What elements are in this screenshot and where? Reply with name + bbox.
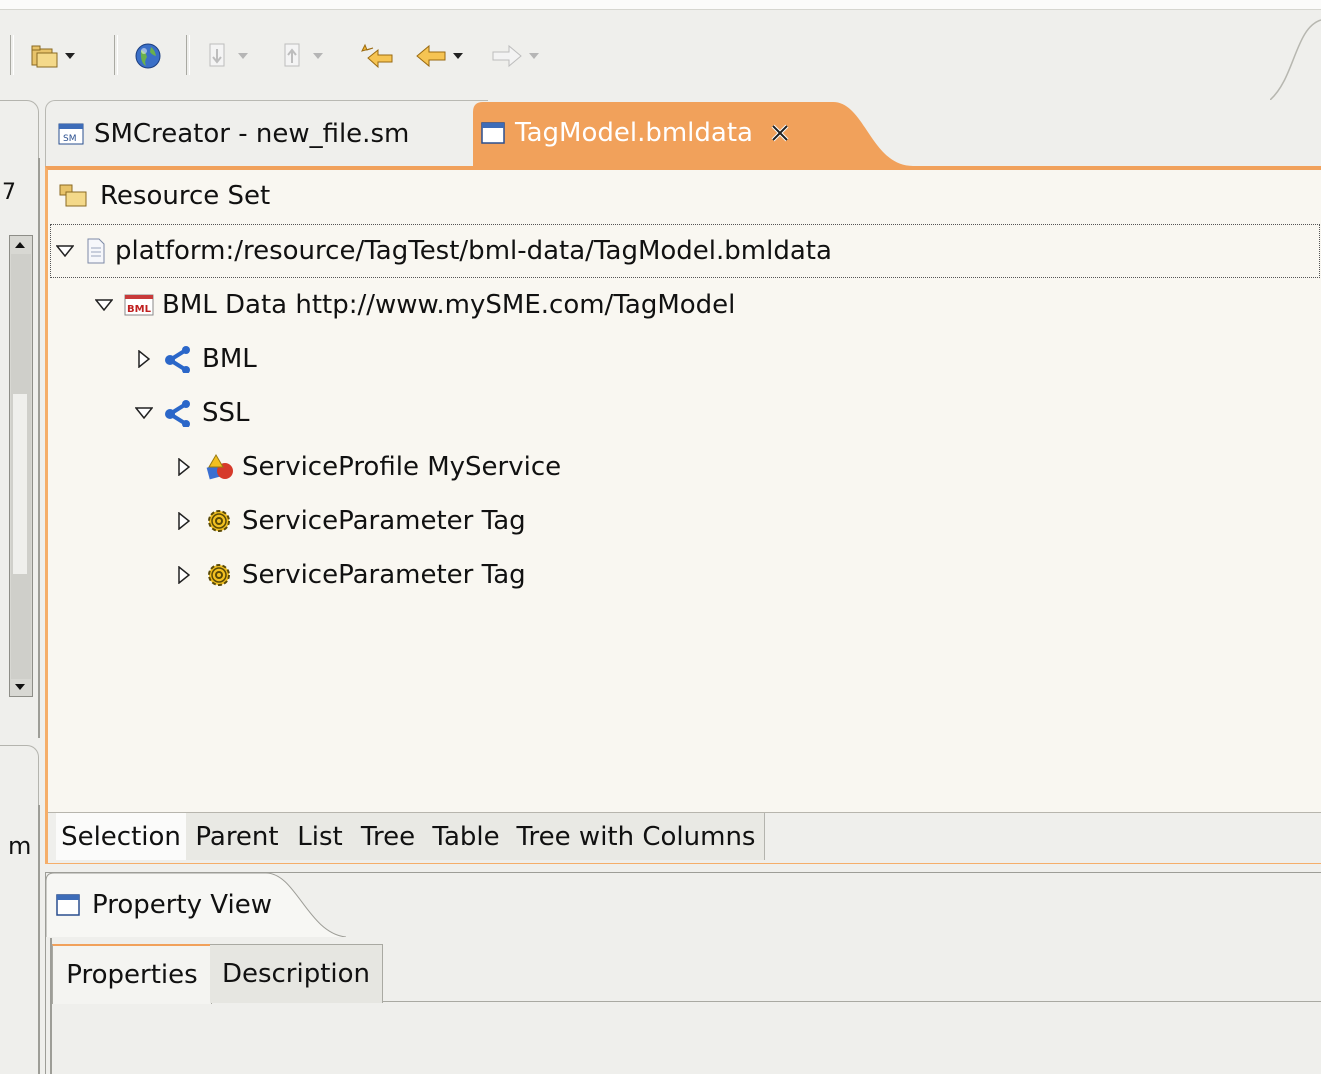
- tree-row-ssl[interactable]: SSL: [134, 386, 250, 440]
- resource-set-icon: [59, 184, 87, 207]
- tab-properties[interactable]: Properties: [52, 944, 212, 1004]
- resource-tree[interactable]: platform:/resource/TagTest/bml-data/TagM…: [48, 222, 1321, 812]
- package-node-icon: [164, 399, 194, 427]
- tab-tree-with-columns[interactable]: Tree with Columns: [508, 813, 765, 860]
- expanded-twisty-icon[interactable]: [94, 295, 114, 315]
- expanded-twisty-icon[interactable]: [55, 241, 75, 261]
- service-profile-icon: [204, 452, 234, 482]
- editor-tab-bar: SM SMCreator - new_file.sm TagModel.bmld…: [45, 100, 1321, 167]
- chevron-down-icon: [238, 53, 248, 59]
- chevron-down-icon: [65, 53, 75, 59]
- next-annotation-button[interactable]: [207, 38, 248, 74]
- tree-row-root[interactable]: platform:/resource/TagTest/bml-data/TagM…: [50, 224, 1320, 278]
- package-node-icon: [164, 345, 194, 373]
- tree-label: SSL: [202, 398, 250, 428]
- tree-row-bml[interactable]: BML: [134, 332, 257, 386]
- tab-baseline: [382, 1001, 1321, 1002]
- property-view-title: Property View: [92, 890, 272, 920]
- folder-stack-icon: [31, 45, 58, 68]
- tab-label: SMCreator - new_file.sm: [94, 119, 410, 149]
- chevron-down-icon: [313, 53, 323, 59]
- collapsed-twisty-icon[interactable]: [174, 511, 194, 531]
- left-lower-tab-edge: [0, 745, 39, 806]
- editor-window-icon: [481, 122, 505, 144]
- tab-smcreator[interactable]: SM SMCreator - new_file.sm: [45, 100, 488, 167]
- last-edit-location-button[interactable]: [358, 38, 396, 74]
- chevron-down-icon: [529, 53, 539, 59]
- previous-annotation-icon: [284, 43, 300, 67]
- left-lower-fragment: m: [8, 832, 32, 860]
- globe-icon: [135, 43, 161, 69]
- toolbar-separator: [114, 35, 118, 75]
- scrollbar-thumb[interactable]: [11, 254, 31, 679]
- toolbar-curve: [1270, 19, 1321, 100]
- sm-file-icon: SM: [58, 123, 84, 145]
- tab-list[interactable]: List: [288, 813, 353, 860]
- toolbar-separator: [186, 35, 190, 75]
- scroll-up-arrow-icon[interactable]: [12, 238, 28, 252]
- tab-description[interactable]: Description: [210, 944, 383, 1003]
- last-edit-arrow-icon: [361, 43, 393, 69]
- tab-selection[interactable]: Selection: [56, 813, 187, 860]
- bml-icon: BML: [124, 294, 154, 316]
- tab-tree[interactable]: Tree: [352, 813, 425, 860]
- tree-row-service-parameter[interactable]: ServiceParameter Tag: [174, 548, 526, 602]
- next-annotation-icon: [209, 43, 225, 67]
- tree-label: platform:/resource/TagTest/bml-data/TagM…: [115, 236, 832, 266]
- forward-arrow-icon: [492, 44, 522, 68]
- close-icon[interactable]: [769, 122, 791, 144]
- tree-label: ServiceParameter Tag: [242, 506, 526, 536]
- document-icon: [85, 238, 107, 264]
- open-perspective-button[interactable]: [30, 38, 75, 74]
- tree-row-service-profile[interactable]: ServiceProfile MyService: [174, 440, 561, 494]
- tab-tagmodel[interactable]: TagModel.bmldata: [473, 100, 913, 166]
- collapsed-twisty-icon[interactable]: [174, 565, 194, 585]
- toolbar-top-edge: [0, 0, 1321, 10]
- previous-annotation-button[interactable]: [282, 38, 323, 74]
- gear-icon: [204, 506, 234, 536]
- left-view-fragment: 7: [2, 180, 16, 205]
- svg-text:SM: SM: [63, 134, 76, 144]
- back-arrow-icon: [416, 44, 446, 68]
- tree-label: BML Data http://www.mySME.com/TagModel: [162, 290, 736, 320]
- scroll-down-arrow-icon[interactable]: [12, 680, 28, 694]
- chevron-down-icon: [453, 53, 463, 59]
- svg-text:BML: BML: [127, 304, 152, 315]
- tab-table[interactable]: Table: [424, 813, 509, 860]
- resource-set-header: Resource Set: [48, 172, 1321, 220]
- gear-icon: [204, 560, 234, 590]
- main-toolbar: [0, 0, 1321, 100]
- forward-button[interactable]: [490, 38, 539, 74]
- toolbar-separator: [10, 35, 14, 75]
- tab-property-view[interactable]: Property View: [46, 873, 346, 937]
- expanded-twisty-icon[interactable]: [134, 403, 154, 423]
- collapsed-twisty-icon[interactable]: [174, 457, 194, 477]
- collapsed-twisty-icon[interactable]: [134, 349, 154, 369]
- resource-set-title: Resource Set: [100, 181, 271, 211]
- left-view-tab-edge: [0, 100, 39, 159]
- back-button[interactable]: [414, 38, 463, 74]
- tab-parent[interactable]: Parent: [186, 813, 289, 860]
- tree-label: ServiceProfile MyService: [242, 452, 562, 482]
- tab-label: TagModel.bmldata: [515, 118, 753, 148]
- tree-label: BML: [202, 344, 257, 374]
- tree-row-service-parameter[interactable]: ServiceParameter Tag: [174, 494, 526, 548]
- tree-row-bml-data[interactable]: BML BML Data http://www.mySME.com/TagMod…: [94, 278, 735, 332]
- left-scrollbar[interactable]: [9, 235, 33, 697]
- tree-label: ServiceParameter Tag: [242, 560, 526, 590]
- editor-page-tabs: Selection Parent List Tree Table Tree wi…: [48, 812, 1321, 863]
- view-window-icon: [56, 894, 80, 916]
- web-browser-button[interactable]: [133, 38, 163, 74]
